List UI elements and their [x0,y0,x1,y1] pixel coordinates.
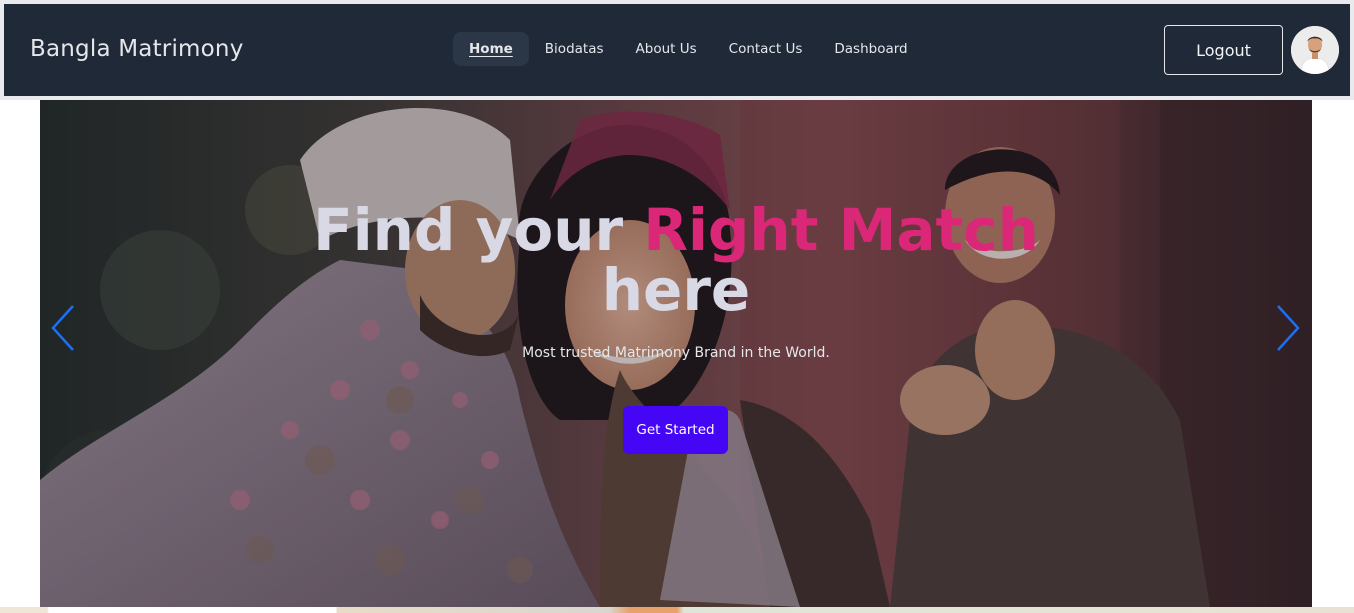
user-avatar-icon [1291,26,1339,74]
nav-link-biodatas[interactable]: Biodatas [529,32,620,66]
nav-link-dashboard[interactable]: Dashboard [818,32,923,66]
user-avatar[interactable] [1291,26,1339,74]
chevron-right-icon [1277,305,1300,351]
hero-subtitle: Most trusted Matrimony Brand in the Worl… [522,345,830,361]
nav-links: Home Biodatas About Us Contact Us Dashbo… [453,32,924,66]
chevron-left-icon [51,305,74,351]
nav-link-about-us[interactable]: About Us [620,32,713,66]
carousel-next-button[interactable] [1272,304,1302,352]
get-started-button[interactable]: Get Started [623,406,728,454]
hero-title-accent: Right Match [643,196,1039,264]
hero-title-part1: Find your [313,196,644,264]
hero-carousel: Find your Right Match here Most trusted … [40,100,1312,607]
brand-logo[interactable]: Bangla Matrimony [30,36,244,62]
next-section-edge [0,607,1354,613]
logout-button[interactable]: Logout [1164,25,1283,75]
hero-title: Find your Right Match here [40,200,1312,320]
nav-link-home[interactable]: Home [453,32,529,66]
nav-link-contact-us[interactable]: Contact Us [713,32,819,66]
hero-title-part2: here [601,256,751,324]
navbar: Bangla Matrimony Home Biodatas About Us … [4,4,1350,96]
carousel-prev-button[interactable] [49,304,79,352]
